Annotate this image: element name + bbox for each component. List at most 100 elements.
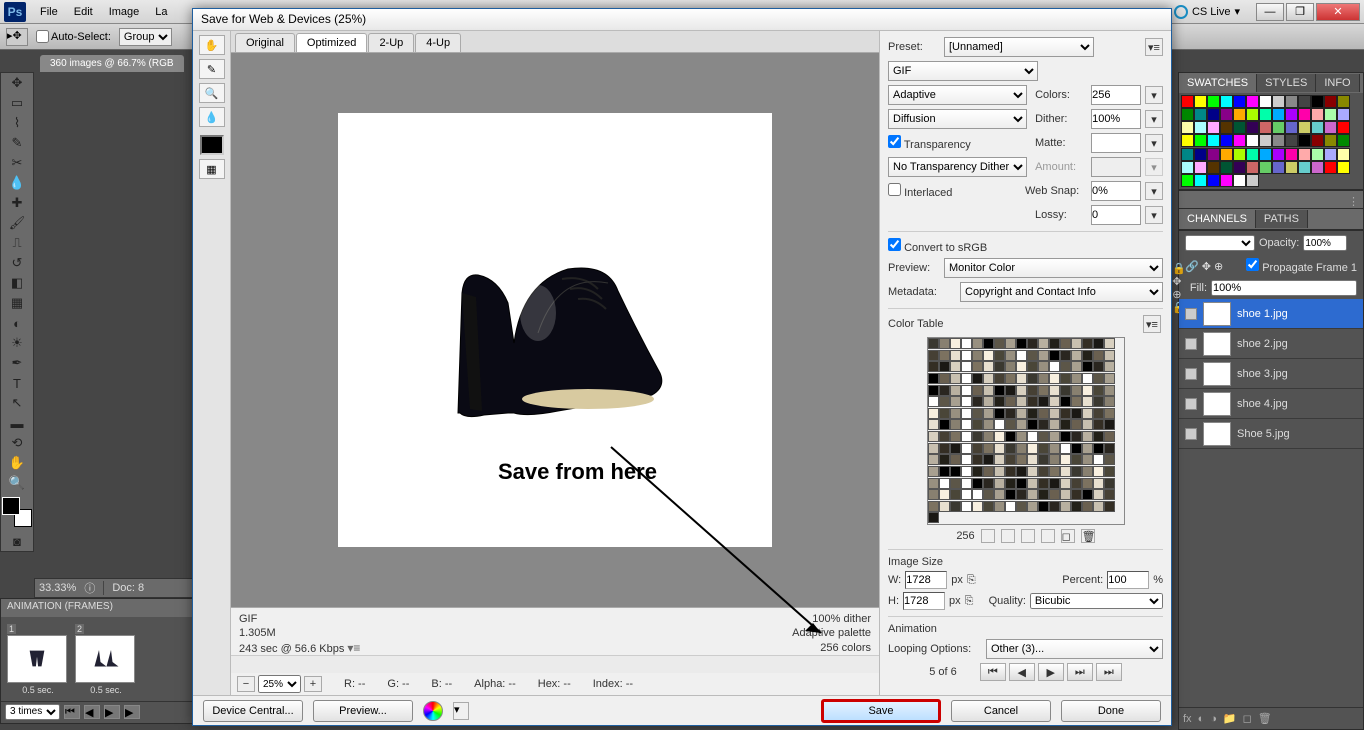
color-cell[interactable] (994, 408, 1005, 419)
swatch[interactable] (1220, 161, 1233, 174)
color-cell[interactable] (950, 431, 961, 442)
color-cell[interactable] (1038, 419, 1049, 430)
device-central-button[interactable]: Device Central... (203, 700, 303, 722)
ct-new-icon[interactable]: ◻ (1061, 529, 1075, 543)
color-cell[interactable] (1016, 419, 1027, 430)
color-cell[interactable] (1005, 350, 1016, 361)
color-cell[interactable] (1082, 373, 1093, 384)
next-btn[interactable]: ⏭ (1067, 663, 1093, 681)
color-cell[interactable] (1027, 443, 1038, 454)
marquee-tool[interactable]: ▭ (2, 93, 32, 113)
color-cell[interactable] (1049, 466, 1060, 477)
color-cell[interactable] (972, 338, 983, 349)
color-cell[interactable] (950, 350, 961, 361)
color-cell[interactable] (1093, 419, 1104, 430)
swatch[interactable] (1337, 161, 1350, 174)
color-cell[interactable] (928, 385, 939, 396)
swatch[interactable] (1220, 134, 1233, 147)
swatch[interactable] (1324, 108, 1337, 121)
swatch[interactable] (1311, 108, 1324, 121)
quickselect-tool[interactable]: ✎ (2, 133, 32, 153)
color-cell[interactable] (972, 350, 983, 361)
color-cell[interactable] (1093, 478, 1104, 489)
color-cell[interactable] (1071, 419, 1082, 430)
websnap-value[interactable] (1091, 181, 1141, 201)
color-cell[interactable] (950, 443, 961, 454)
swatch[interactable] (1194, 174, 1207, 187)
color-cell[interactable] (928, 396, 939, 407)
swatch[interactable] (1220, 108, 1233, 121)
color-cell[interactable] (1049, 454, 1060, 465)
color-cell[interactable] (983, 443, 994, 454)
swatch[interactable] (1220, 121, 1233, 134)
swatch[interactable] (1220, 95, 1233, 108)
swatch[interactable] (1337, 134, 1350, 147)
color-cell[interactable] (1049, 373, 1060, 384)
color-cell[interactable] (983, 419, 994, 430)
color-cell[interactable] (1060, 478, 1071, 489)
color-cell[interactable] (1005, 396, 1016, 407)
color-cell[interactable] (994, 478, 1005, 489)
color-cell[interactable] (1016, 489, 1027, 500)
color-cell[interactable] (1027, 408, 1038, 419)
color-cell[interactable] (1104, 396, 1115, 407)
color-cell[interactable] (1093, 466, 1104, 477)
color-cell[interactable] (1049, 489, 1060, 500)
dither-stepper[interactable]: ▾ (1145, 110, 1163, 128)
color-cell[interactable] (928, 373, 939, 384)
color-cell[interactable] (972, 454, 983, 465)
color-cell[interactable] (1104, 361, 1115, 372)
color-cell[interactable] (994, 361, 1005, 372)
healing-tool[interactable]: ✚ (2, 193, 32, 213)
color-cell[interactable] (1027, 431, 1038, 442)
swatch[interactable] (1246, 95, 1259, 108)
swatch[interactable] (1207, 148, 1220, 161)
color-cell[interactable] (1027, 361, 1038, 372)
swatch[interactable] (1207, 161, 1220, 174)
swatch[interactable] (1194, 108, 1207, 121)
color-cell[interactable] (1082, 396, 1093, 407)
color-cell[interactable] (1060, 338, 1071, 349)
ct-btn-1[interactable] (981, 529, 995, 543)
swatch[interactable] (1272, 148, 1285, 161)
swatch[interactable] (1181, 174, 1194, 187)
color-cell[interactable] (1049, 443, 1060, 454)
swatch[interactable] (1233, 134, 1246, 147)
color-cell[interactable] (1049, 350, 1060, 361)
swatch[interactable] (1181, 121, 1194, 134)
swatch[interactable] (1324, 148, 1337, 161)
color-cell[interactable] (939, 431, 950, 442)
swatch[interactable] (1285, 108, 1298, 121)
preset-select[interactable]: [Unnamed] (944, 37, 1094, 57)
interlaced-check[interactable]: Interlaced (888, 183, 952, 199)
color-cell[interactable] (1104, 338, 1115, 349)
slice-visibility-icon[interactable]: ▦ (199, 159, 225, 179)
color-cell[interactable] (1016, 454, 1027, 465)
fx-icon[interactable]: fx (1183, 713, 1192, 725)
swatch[interactable] (1311, 161, 1324, 174)
swatch[interactable] (1337, 148, 1350, 161)
eraser-tool[interactable]: ◧ (2, 273, 32, 293)
color-cell[interactable] (950, 396, 961, 407)
format-select[interactable]: GIF (888, 61, 1038, 81)
color-cell[interactable] (1093, 431, 1104, 442)
color-cell[interactable] (928, 408, 939, 419)
color-cell[interactable] (1016, 431, 1027, 442)
last-btn[interactable]: ⏭ (1096, 663, 1122, 681)
color-cell[interactable] (928, 361, 939, 372)
dither-value[interactable] (1091, 109, 1141, 129)
color-cell[interactable] (961, 431, 972, 442)
swatch[interactable] (1233, 121, 1246, 134)
swatch[interactable] (1246, 161, 1259, 174)
color-cell[interactable] (994, 396, 1005, 407)
visibility-icon[interactable] (1185, 308, 1197, 320)
color-cell[interactable] (1005, 419, 1016, 430)
color-cell[interactable] (1016, 338, 1027, 349)
color-cell[interactable] (983, 454, 994, 465)
color-cell[interactable] (939, 419, 950, 430)
color-cell[interactable] (1060, 431, 1071, 442)
color-cell[interactable] (939, 373, 950, 384)
color-cell[interactable] (961, 466, 972, 477)
layer-row[interactable]: shoe 2.jpg (1179, 329, 1363, 359)
swatch[interactable] (1324, 121, 1337, 134)
